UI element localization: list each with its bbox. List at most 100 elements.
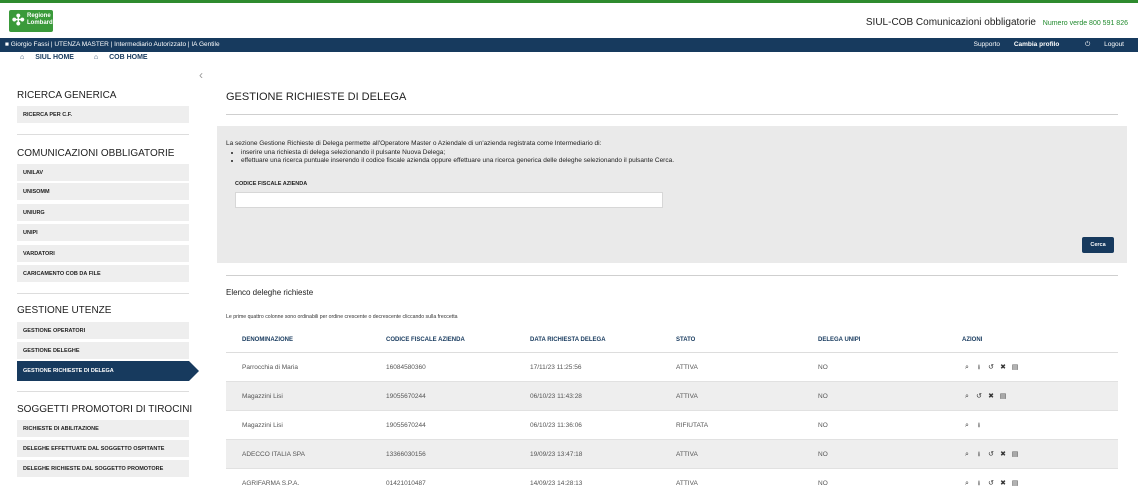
table-row: Magazzini Lisi 19055670244 06/10/23 11:3… [226,411,1118,440]
cell-codice-fiscale: 13366030156 [386,451,426,458]
cell-denominazione: Magazzini Lisi [242,393,283,400]
codice-fiscale-input[interactable] [235,192,663,208]
siul-home-label: SIUL HOME [35,54,74,61]
close-icon[interactable]: ✖ [998,363,1008,371]
logo-line-1: Regione [27,13,51,19]
search-icon[interactable]: ⌕ [962,451,972,459]
cell-delega-unipi: NO [818,480,828,487]
search-icon[interactable]: ⌕ [962,393,972,401]
download-icon[interactable]: ⭳ [974,450,984,461]
sidebar-item-deleghe-ospitante[interactable]: DELEGHE EFFETTUATE DAL SOGGETTO OSPITANT… [17,440,189,457]
search-icon[interactable]: ⌕ [962,480,972,488]
user-icon: ■ [5,41,9,48]
main-content: GESTIONE RICHIESTE DI DELEGA La sezione … [217,70,1127,490]
calculator-icon[interactable]: ▤ [1010,479,1020,487]
column-header-azioni: AZIONI [962,337,983,343]
download-icon[interactable]: ⭳ [974,479,984,490]
cell-delega-unipi: NO [818,364,828,371]
active-menu-pointer [189,361,199,381]
sidebar-item-deleghe-promotore[interactable]: DELEGHE RICHIESTE DAL SOGGETTO PROMOTORE [17,460,189,477]
table-header-row: DENOMINAZIONE CODICE FISCALE AZIENDA DAT… [226,329,1118,353]
row-actions: ⌕ ⭳ ↺ ✖ ▤ [962,449,1022,461]
change-profile-link[interactable]: Cambia profilo [1014,41,1060,48]
column-header-denominazione[interactable]: DENOMINAZIONE [242,337,293,343]
cell-delega-unipi: NO [818,451,828,458]
top-header: ✣ Regione Lombardia SIUL-COB Comunicazio… [0,3,1138,38]
column-header-delega-unipi: DELEGA UNIPI [818,337,861,343]
sidebar-item-unilav[interactable]: UNILAV [17,164,189,181]
download-icon[interactable]: ⭳ [974,421,984,432]
table-row: Parrocchia di Maria 16084580360 17/11/23… [226,353,1118,382]
search-panel: La sezione Gestione Richieste di Delega … [217,126,1127,263]
sidebar-item-caricamento[interactable]: CARICAMENTO COB DA FILE [17,265,189,282]
green-number: Numero verde 800 591 826 [1042,20,1128,27]
column-header-codice-fiscale[interactable]: CODICE FISCALE AZIENDA [386,337,465,343]
logout-label: Logout [1104,41,1124,48]
cell-denominazione: AGRIFARMA S.P.A. [242,480,300,487]
regione-lombardia-logo[interactable]: ✣ Regione Lombardia [9,10,58,32]
sidebar-item-richieste-abilitazione[interactable]: RICHIESTE DI ABILITAZIONE [17,420,189,437]
section-divider [17,134,189,135]
siul-home-link[interactable]: ⌂ SIUL HOME [20,54,85,61]
row-actions: ⌕ ⭳ ↺ ✖ ▤ [962,362,1022,374]
sidebar: RICERCA GENERICA RICERCA PER C.F. COMUNI… [0,70,200,490]
column-header-stato[interactable]: STATO [676,337,695,343]
sidebar-item-ricerca-cf[interactable]: RICERCA PER C.F. [17,106,189,123]
app-name: SIUL-COB [865,17,914,28]
rotate-icon[interactable]: ↺ [974,392,984,400]
cob-home-link[interactable]: ⌂ COB HOME [94,54,157,61]
home-icon: ⌂ [20,54,25,61]
list-title: Elenco deleghe richieste [226,288,314,297]
cell-stato: ATTIVA [676,393,698,400]
section-divider [17,391,189,392]
close-icon[interactable]: ✖ [986,392,996,400]
cell-codice-fiscale: 19055670244 [386,422,426,429]
calculator-icon[interactable]: ▤ [1010,363,1020,371]
cell-stato: RIFIUTATA [676,422,709,429]
search-icon[interactable]: ⌕ [962,422,972,430]
close-icon[interactable]: ✖ [998,479,1008,487]
sidebar-item-gestione-deleghe[interactable]: GESTIONE DELEGHE [17,342,189,359]
logo-text: Regione Lombardia [27,13,58,27]
column-header-data-richiesta[interactable]: DATA RICHIESTA DELEGA [530,337,606,343]
cell-stato: ATTIVA [676,364,698,371]
section-soggetti: SOGGETTI PROMOTORI DI TIROCINI [17,404,193,415]
section-gestione-utenze: GESTIONE UTENZE [17,305,112,316]
rotate-icon[interactable]: ↺ [986,363,996,371]
home-icon: ⌂ [93,54,99,61]
sidebar-item-gestione-richieste[interactable]: GESTIONE RICHIESTE DI DELEGA [17,361,189,381]
sidebar-item-unisomm[interactable]: UNISOMM [17,183,189,200]
lombardy-rose-icon: ✣ [12,12,25,29]
sidebar-item-vardatori[interactable]: VARDATORI [17,245,189,262]
intro-bullet: effettuare una ricerca puntuale inserend… [241,157,1106,166]
sidebar-item-unipi[interactable]: UNIPI [17,224,189,241]
calculator-icon[interactable]: ▤ [1010,450,1020,458]
close-icon[interactable]: ✖ [998,450,1008,458]
cell-denominazione: ADECCO ITALIA SPA [242,451,305,458]
row-actions: ⌕ ⭳ ↺ ✖ ▤ [962,478,1022,490]
logout-link[interactable]: ⏻ Logout [1073,41,1124,48]
cell-data-richiesta: 06/10/23 11:43:28 [530,393,582,400]
intro-text: La sezione Gestione Richieste di Delega … [226,140,1106,166]
cell-delega-unipi: NO [818,422,828,429]
search-icon[interactable]: ⌕ [962,364,972,372]
cell-data-richiesta: 19/09/23 13:47:18 [530,451,583,458]
app-description: Comunicazioni obbligatorie [915,17,1036,28]
search-button[interactable]: Cerca [1082,237,1114,253]
cell-data-richiesta: 17/11/23 11:25:56 [530,364,582,371]
cell-codice-fiscale: 19055670244 [386,393,426,400]
sidebar-item-uniurg[interactable]: UNIURG [17,204,189,221]
section-ricerca-generica: RICERCA GENERICA [17,90,117,101]
rotate-icon[interactable]: ↺ [986,450,996,458]
support-link[interactable]: Supporto [974,41,1000,48]
sidebar-item-gestione-operatori[interactable]: GESTIONE OPERATORI [17,322,189,339]
logo-line-2: Lombardia [27,20,58,26]
calculator-icon[interactable]: ▤ [998,392,1008,400]
collapse-sidebar-icon[interactable]: ‹ [199,69,209,81]
table-row: ADECCO ITALIA SPA 13366030156 19/09/23 1… [226,440,1118,469]
download-icon[interactable]: ⭳ [974,363,984,374]
row-actions: ⌕ ↺ ✖ ▤ [962,391,1010,401]
user-label: Giorgio Fassi | UTENZA MASTER | Intermed… [10,41,220,48]
section-comunicazioni: COMUNICAZIONI OBBLIGATORIE [17,148,175,159]
rotate-icon[interactable]: ↺ [986,479,996,487]
